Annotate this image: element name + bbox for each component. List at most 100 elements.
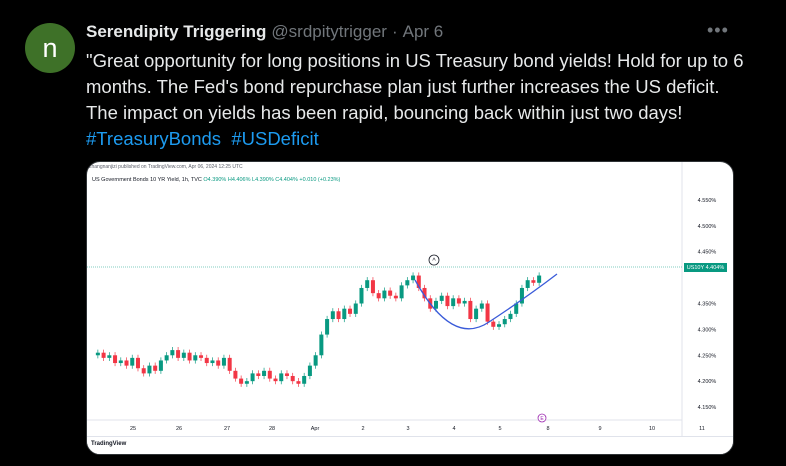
candle-body: [405, 280, 410, 286]
y-tick-label: 4.350%: [698, 302, 717, 308]
candle-body: [468, 300, 473, 320]
candle-body: [479, 303, 484, 309]
candle-body: [497, 324, 502, 327]
candle-body: [348, 308, 353, 314]
candle-body: [204, 357, 209, 364]
hashtag-us-deficit[interactable]: #USDeficit: [231, 128, 318, 149]
candle-body: [107, 355, 112, 358]
avatar[interactable]: n: [25, 23, 75, 73]
candle-body: [411, 275, 416, 281]
candle-body: [279, 373, 284, 382]
x-tick-label: 5: [498, 426, 501, 432]
candle-body: [491, 321, 496, 327]
candle-body: [302, 375, 307, 384]
chart-image[interactable]: zhangnanjizi published on TradingView.co…: [86, 161, 734, 455]
candle-body: [199, 355, 204, 358]
candle-body: [336, 311, 341, 320]
candle-body: [502, 319, 507, 325]
x-axis-ticks: 25 26 27 28 Apr 2 3 4 5 8 9 10 11: [130, 426, 705, 432]
y-tick-label: 4.300%: [698, 327, 717, 333]
candle-body: [181, 352, 186, 358]
candle-body: [508, 313, 513, 320]
candle-body: [244, 381, 249, 384]
candlestick-chart: ^ E 4.550%4.500%4.450%4.350%4.300%4.250%…: [87, 162, 717, 436]
x-tick-label: 10: [649, 426, 655, 432]
author-handle[interactable]: @srdpitytrigger: [271, 22, 387, 42]
candle-body: [130, 357, 135, 366]
candle-body: [313, 355, 318, 366]
candle-body: [193, 355, 198, 361]
candle-body: [462, 300, 467, 304]
candle-body: [135, 357, 140, 369]
candle-body: [290, 375, 295, 382]
more-dots-icon[interactable]: •••: [707, 20, 729, 40]
candle-body: [158, 360, 163, 371]
candle-body: [176, 350, 181, 358]
candle-body: [325, 319, 330, 335]
tweet-card[interactable]: n Serendipity Triggering @srdpitytrigger…: [0, 0, 786, 466]
candle-body: [113, 355, 118, 364]
x-tick-label: 26: [176, 426, 182, 432]
candle-body: [221, 357, 226, 366]
candle-body: [239, 378, 244, 384]
x-tick-label: 25: [130, 426, 136, 432]
tweet-body-text: "Great opportunity for long positions in…: [86, 50, 744, 123]
candle-body: [388, 290, 393, 296]
candle-body: [353, 303, 358, 314]
y-tick-label: 4.200%: [698, 379, 717, 385]
x-tick-label: Apr: [311, 426, 320, 432]
tradingview-logo: TradingView: [91, 441, 127, 447]
candle-body: [445, 295, 450, 307]
y-tick-label: 4.550%: [698, 198, 717, 204]
candle-body: [296, 381, 301, 384]
candles-group: [95, 272, 542, 387]
current-price-tag: US10Y 4.404%: [684, 263, 727, 272]
candle-body: [250, 373, 255, 382]
candle-body: [256, 373, 261, 376]
top-marker-icon: ^: [432, 258, 436, 265]
candle-body: [439, 295, 444, 301]
x-tick-label: 27: [224, 426, 230, 432]
candle-body: [393, 295, 398, 299]
candle-body: [233, 370, 238, 379]
tweet-date[interactable]: Apr 6: [403, 22, 444, 42]
candle-body: [537, 275, 542, 283]
candle-body: [525, 280, 530, 288]
candle-body: [382, 290, 387, 299]
y-tick-label: 4.450%: [698, 250, 717, 256]
y-tick-label: 4.250%: [698, 353, 717, 359]
candle-body: [433, 300, 438, 309]
candle-body: [147, 365, 152, 374]
candle-body: [284, 373, 289, 376]
author-name[interactable]: Serendipity Triggering: [86, 22, 266, 42]
candle-body: [164, 355, 169, 361]
candle-body: [319, 334, 324, 356]
candle-body: [141, 368, 146, 374]
candle-body: [399, 285, 404, 299]
candle-body: [342, 308, 347, 320]
candle-body: [216, 360, 221, 366]
candle-body: [187, 352, 192, 361]
candle-body: [451, 298, 456, 307]
candle-body: [101, 352, 106, 358]
candle-body: [262, 370, 267, 376]
candle-body: [474, 308, 479, 320]
y-tick-label: 4.500%: [698, 224, 717, 230]
candle-body: [227, 357, 232, 371]
separator-dot: ·: [391, 22, 398, 41]
candle-body: [267, 370, 272, 379]
candle-body: [95, 352, 100, 356]
candle-body: [153, 365, 158, 371]
candle-body: [118, 360, 123, 364]
x-tick-label: 3: [406, 426, 409, 432]
x-tick-label: 8: [546, 426, 549, 432]
candle-body: [376, 293, 381, 299]
candle-body: [210, 360, 215, 364]
x-tick-label: 9: [598, 426, 601, 432]
hashtag-treasury-bonds[interactable]: #TreasuryBonds: [86, 128, 221, 149]
y-tick-label: 4.150%: [698, 405, 717, 411]
x-tick-label: 11: [699, 426, 705, 432]
candle-body: [124, 360, 129, 366]
y-axis-ticks: 4.550% 4.500% 4.450% 4.350% 4.300% 4.250% 4.20…: [698, 198, 717, 411]
candle-body: [456, 298, 461, 304]
